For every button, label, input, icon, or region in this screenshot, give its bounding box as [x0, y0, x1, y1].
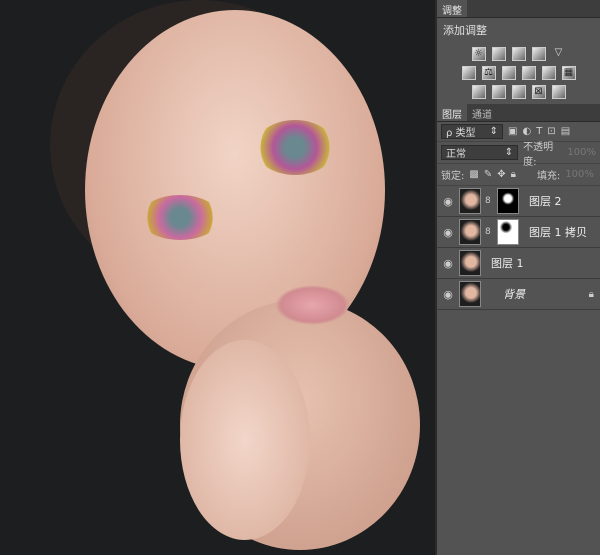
- selective-color-icon[interactable]: ⊠: [531, 85, 546, 99]
- document-canvas[interactable]: [0, 0, 435, 555]
- layer-thumbnail: [459, 219, 481, 245]
- opacity-label: 不透明度:: [523, 141, 554, 168]
- layer-name: 图层 1 拷贝: [529, 226, 587, 239]
- layer-thumbnail: [459, 250, 481, 276]
- link-icon[interactable]: 8: [485, 227, 493, 237]
- channel-mixer-icon[interactable]: [541, 66, 556, 80]
- layer-mask-thumbnail[interactable]: [497, 188, 519, 214]
- layer-row[interactable]: ◉ 8 图层 1 拷贝: [437, 217, 600, 248]
- brightness-icon[interactable]: ☼: [471, 47, 486, 61]
- pixel-filter-icon[interactable]: ▣: [508, 126, 517, 137]
- adjustment-filter-icon[interactable]: ◐: [522, 126, 531, 137]
- layer-row-background[interactable]: ◉ 背景 🔒︎: [437, 279, 600, 310]
- photo-filter-icon[interactable]: [521, 66, 536, 80]
- lock-transparent-icon[interactable]: ▩: [469, 169, 478, 180]
- filter-type-select[interactable]: ρ 类型 ⇕: [441, 124, 503, 139]
- fill-label: 填充:: [536, 171, 561, 182]
- photo-lips: [275, 285, 350, 325]
- photo-eye-left: [140, 195, 220, 240]
- lock-brush-icon[interactable]: ✎: [484, 169, 492, 180]
- lock-icon: 🔒︎: [588, 288, 594, 300]
- blend-mode-value: 正常: [446, 149, 466, 160]
- color-lookup-icon[interactable]: ▦: [561, 66, 576, 80]
- curves-icon[interactable]: [511, 47, 526, 61]
- shape-filter-icon[interactable]: ⊡: [547, 126, 555, 137]
- lock-position-icon[interactable]: ✥: [497, 169, 505, 180]
- add-adjustment-label: 添加调整: [443, 24, 487, 37]
- type-filter-icon[interactable]: T: [536, 126, 542, 137]
- threshold-icon[interactable]: [511, 85, 526, 99]
- lock-label: 锁定:: [441, 171, 465, 182]
- tab-channels[interactable]: 通道: [467, 104, 497, 121]
- layer-name: 图层 2: [529, 195, 562, 208]
- layers-tabbar: 图层 通道: [437, 104, 600, 122]
- right-panel: 调整 添加调整 ☼ ▽ ⚖ ▦ ⊠ 图层 通道 ρ 类型 ⇕ ▣ ◐ T ⊡ ▤ 正常…: [435, 0, 600, 555]
- link-icon[interactable]: 8: [485, 196, 493, 206]
- tab-layers[interactable]: 图层: [437, 104, 467, 121]
- adjustments-tabbar: 调整: [437, 0, 600, 18]
- layer-row[interactable]: ◉ 图层 1: [437, 248, 600, 279]
- vibrance-icon[interactable]: ▽: [552, 47, 566, 61]
- eye-icon[interactable]: ◉: [441, 257, 455, 270]
- black-white-icon[interactable]: [501, 66, 516, 80]
- photo-hand: [180, 340, 310, 540]
- levels-icon[interactable]: [491, 47, 506, 61]
- eye-icon[interactable]: ◉: [441, 195, 455, 208]
- layer-name: 背景: [503, 288, 525, 301]
- smart-object-filter-icon[interactable]: ▤: [561, 126, 570, 137]
- photo-eye-right: [255, 120, 335, 175]
- gradient-map-icon[interactable]: [551, 85, 566, 99]
- fill-field[interactable]: 100%: [565, 169, 594, 180]
- layer-name: 图层 1: [491, 257, 524, 270]
- eye-icon[interactable]: ◉: [441, 226, 455, 239]
- filter-row: ρ 类型 ⇕ ▣ ◐ T ⊡ ▤: [437, 122, 600, 142]
- layer-thumbnail: [459, 188, 481, 214]
- blend-mode-select[interactable]: 正常 ⇕: [441, 145, 519, 160]
- layer-thumbnail: [459, 281, 481, 307]
- layer-mask-thumbnail[interactable]: [497, 219, 519, 245]
- hue-saturation-icon[interactable]: [461, 66, 476, 80]
- layer-row[interactable]: ◉ 8 图层 2: [437, 186, 600, 217]
- lock-all-icon[interactable]: 🔒︎: [511, 169, 516, 180]
- exposure-icon[interactable]: [531, 47, 546, 61]
- invert-icon[interactable]: [471, 85, 486, 99]
- eye-icon[interactable]: ◉: [441, 288, 455, 301]
- blend-row: 正常 ⇕ 不透明度: 100%: [437, 142, 600, 168]
- opacity-field[interactable]: 100%: [567, 147, 596, 158]
- lock-row: 锁定: ▩ ✎ ✥ 🔒︎ 填充: 100%: [437, 164, 600, 186]
- color-balance-icon[interactable]: ⚖: [481, 66, 496, 80]
- tab-adjustments[interactable]: 调整: [437, 0, 467, 17]
- filter-type-label: ρ 类型: [446, 128, 476, 139]
- posterize-icon[interactable]: [491, 85, 506, 99]
